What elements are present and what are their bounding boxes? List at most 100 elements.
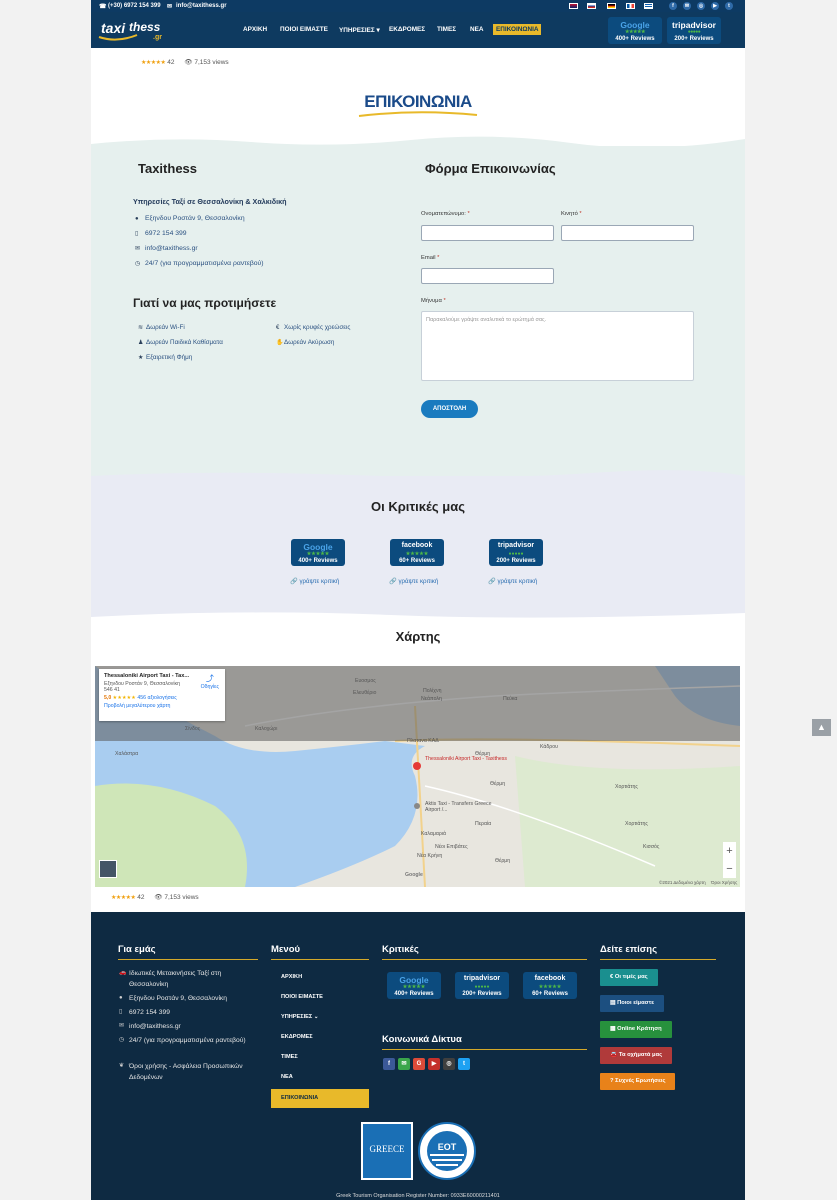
mail-icon[interactable]: ✉ [683,2,691,10]
footer-menu-contact[interactable]: ΕΠΙΚΟΙΝΩΝΙΑ [271,1089,369,1108]
feature-label: Χωρίς κρυφές χρεώσεις [284,324,351,331]
address-text: Εξηνδου Ροστάν 9, Θεσσαλονίκη [145,215,245,222]
chevron-down-icon: ⌄ [312,1014,319,1020]
place-label: Νεάπολη [421,696,442,702]
footer-tripadvisor-badge[interactable]: tripadvisor ●●●●● 200+ Reviews [455,972,509,999]
footer-phone[interactable]: ▯ 6972 154 399 [119,1007,254,1018]
footer-terms-link[interactable]: ❦ Όροι χρήσης - Ασφάλεια Προσωπικών Δεδομ… [119,1061,254,1083]
footer-menu-excursions[interactable]: ΕΚΔΡΟΜΕΣ [271,1028,369,1047]
google-review-badge[interactable]: Google ★★★★★ 400+ Reviews [291,539,345,566]
map-pin2-label[interactable]: Aktis Taxi - Transfers Greece Airport /.… [425,801,495,813]
taxithess-logo[interactable]: taxi thess .gr [97,17,171,43]
place-rating-row: 5,0 ★★★★★ 456 αξιολογήσεις [104,695,220,701]
nav-prices[interactable]: ΤΙΜΕΣ [437,26,456,33]
email-input[interactable] [421,268,554,284]
youtube-icon[interactable]: ▶ [711,2,719,10]
nav-excursions[interactable]: ΕΚΔΡΟΜΕΣ [389,26,425,33]
google-map-logo: Google [405,872,423,878]
place-label: Νέα Κρήνη [417,853,443,859]
facebook-write-review-link[interactable]: 🔗 γράψτε κριτική [389,577,438,585]
hours-text: 24/7 (για προγραμματισμένα ραντεβού) [129,1037,246,1044]
nav-services[interactable]: ΥΠΗΡΕΣΙΕΣ ▾ [339,26,380,34]
footer-menu-home[interactable]: ΑΡΧΙΚΗ [271,968,369,987]
google-map[interactable]: Thessaloniki Airport Taxi - Tax... Εξηνδ… [95,666,740,887]
place-label: Κισσός [643,844,660,850]
prices-button[interactable]: € Οι τιμές μας [600,969,658,986]
flag-en-icon[interactable] [569,3,578,9]
satellite-toggle[interactable] [99,860,117,878]
footer-menu-services[interactable]: ΥΠΗΡΕΣΙΕΣ ⌄ [271,1008,369,1027]
facebook-icon[interactable]: f [383,1058,395,1070]
zoom-out-button[interactable]: − [723,860,736,878]
rating-stars-icon[interactable]: ★★★★★ [141,60,166,66]
footer-email[interactable]: ✉ info@taxithess.gr [119,1021,254,1032]
phone-input[interactable] [561,225,694,241]
button-label: Ποιοι είμαστε [617,1000,654,1006]
hand-icon: ✋ [276,340,284,346]
leaf-icon: ❦ [119,1063,125,1069]
tripadvisor-review-badge[interactable]: tripadvisor ●●●●● 200+ Reviews [489,539,543,566]
instagram-icon[interactable]: ◎ [443,1058,455,1070]
twitter-icon[interactable]: t [725,2,733,10]
youtube-icon[interactable]: ▶ [428,1058,440,1070]
message-textarea[interactable]: Παρακαλούμε γράψτε αναλυτικά το ερώτημά … [421,311,694,381]
nav-news[interactable]: ΝΕΑ [470,26,484,33]
tripadvisor-reviews-badge[interactable]: tripadvisor ●●●●● 200+ Reviews [667,17,721,44]
topbar-email[interactable]: info@taxithess.gr [176,3,227,9]
flag-el-icon[interactable] [644,3,653,9]
flag-fr-icon[interactable] [626,3,635,9]
online-booking-button[interactable]: ▦ Online Κράτηση [600,1021,672,1038]
why-us-title: Γιατί να μας προτιμήσετε [133,296,277,310]
email-row[interactable]: ✉ info@taxithess.gr [135,245,198,252]
larger-map-link[interactable]: Προβολή μεγαλύτερου χάρτη [104,703,220,709]
footer-menu-news[interactable]: ΝΕΑ [271,1068,369,1087]
scroll-top-button[interactable]: ▲ [812,719,831,736]
footer-menu-about[interactable]: ΠΟΙΟΙ ΕΙΜΑΣΤΕ [271,988,369,1007]
facebook-icon[interactable]: f [669,2,677,10]
place-label: Κάδρου [540,744,558,750]
menu-label: ΥΠΗΡΕΣΙΕΣ [281,1014,313,1020]
footer-menu-prices[interactable]: ΤΙΜΕΣ [271,1048,369,1067]
terms-text: Όροι χρήσης - Ασφάλεια Προσωπικών Δεδομέ… [129,1063,243,1081]
twitter-icon[interactable]: t [458,1058,470,1070]
about-button[interactable]: ▤ Ποιοι είμαστε [600,995,664,1012]
flag-ru-icon[interactable] [587,3,596,9]
flag-de-icon[interactable] [607,3,616,9]
vehicles-button[interactable]: 🚘 Τα οχήματά μας [600,1047,673,1064]
phone-row[interactable]: ▯ 6972 154 399 [135,230,187,237]
map-place-card[interactable]: Thessaloniki Airport Taxi - Tax... Εξηνδ… [99,669,225,721]
footer-facebook-badge[interactable]: facebook ★★★★★ 60+ Reviews [523,972,577,999]
faq-button[interactable]: ? Συχνές Ερωτήσεις [600,1073,676,1090]
zoom-in-button[interactable]: + [723,842,736,860]
facebook-review-badge[interactable]: facebook ★★★★★ 60+ Reviews [390,539,444,566]
nav-about[interactable]: ΠΟΙΟΙ ΕΙΜΑΣΤΕ [280,26,328,33]
badge-name: facebook [534,975,566,982]
rating-stars-icon[interactable]: ★★★★★ [111,895,136,901]
visit-greece-logo[interactable]: GREECE [361,1122,413,1180]
eot-logo[interactable]: ΕΟΤ [418,1122,476,1180]
nav-home[interactable]: ΑΡΧΙΚΗ [243,26,267,33]
mail-icon[interactable]: ✉ [398,1058,410,1070]
topbar-phone[interactable]: (+30) 6972 154 399 [108,3,161,9]
name-input[interactable] [421,225,554,241]
directions-button[interactable]: ⤴ Οδηγίες [201,673,219,690]
googleplus-icon[interactable]: G [413,1058,425,1070]
footer-google-badge[interactable]: Google ★★★★★ 400+ Reviews [387,972,441,999]
reviews-title: Οι Κριτικές μας [371,499,465,514]
instagram-icon[interactable]: ◎ [697,2,705,10]
submit-button[interactable]: ΑΠΟΣΤΟΛΗ [421,400,478,418]
google-write-review-link[interactable]: 🔗 γράψτε κριτική [290,577,339,585]
wave-divider [91,136,745,152]
map-pin-label[interactable]: Thessaloniki Airport Taxi - Taxithess [425,756,507,762]
phone-text: 6972 154 399 [129,1009,170,1016]
label-text: Κινητό [561,211,578,217]
map-terms-link[interactable]: Όροι Χρήσης [711,880,737,885]
place-label: Ελευθέριο [353,690,377,696]
arrow-up-icon: ▲ [817,722,826,732]
phone-text[interactable]: 6972 154 399 [145,230,187,237]
nav-contact[interactable]: ΕΠΙΚΟΙΝΩΝΙΑ [493,24,542,35]
email-text[interactable]: info@taxithess.gr [145,245,198,252]
tripadvisor-write-review-link[interactable]: 🔗 γράψτε κριτική [488,577,537,585]
place-reviews-link[interactable]: 456 αξιολογήσεις [137,695,176,701]
google-reviews-badge[interactable]: Google ★★★★★ 400+ Reviews [608,17,662,44]
